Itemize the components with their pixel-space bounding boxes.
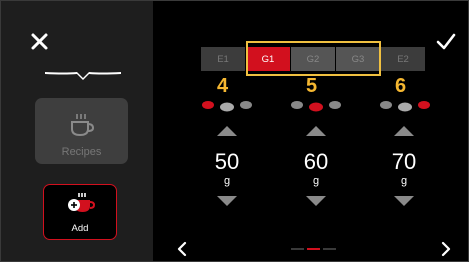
amount-column-2: 60 g bbox=[286, 126, 346, 206]
dot-indicator-3 bbox=[380, 101, 430, 112]
amount-unit: g bbox=[223, 175, 231, 187]
checkmark-icon[interactable] bbox=[435, 31, 457, 53]
amount-value: 50 bbox=[214, 149, 240, 174]
page-dot-active bbox=[307, 248, 320, 250]
amount-unit: g bbox=[312, 175, 320, 187]
tab-g1[interactable]: G1 bbox=[246, 47, 290, 71]
tab-e1[interactable]: E1 bbox=[201, 47, 245, 71]
amount-column-1: 50 g bbox=[197, 126, 257, 206]
amount-column-3: 70 g bbox=[374, 126, 434, 206]
dot-indicator-2 bbox=[291, 101, 341, 112]
callout-5: 5 bbox=[306, 75, 318, 97]
increase-arrow-icon[interactable] bbox=[217, 126, 237, 136]
page-indicator bbox=[291, 248, 336, 250]
tab-g3[interactable]: G3 bbox=[336, 47, 380, 71]
page-dot bbox=[291, 248, 304, 250]
tab-e2[interactable]: E2 bbox=[381, 47, 425, 71]
dot-indicator-1 bbox=[202, 101, 252, 112]
add-cup-icon bbox=[68, 193, 96, 212]
close-icon[interactable] bbox=[27, 29, 53, 55]
increase-arrow-icon[interactable] bbox=[306, 126, 326, 136]
sidebar: Recipes Add bbox=[1, 1, 153, 261]
increase-arrow-icon[interactable] bbox=[394, 126, 414, 136]
decrease-arrow-icon[interactable] bbox=[394, 196, 414, 206]
coffee-cup-icon bbox=[71, 114, 94, 137]
grinder-tabs: E1 G1 G2 G3 E2 bbox=[201, 47, 426, 71]
chevron-left-icon[interactable] bbox=[175, 241, 189, 257]
ornament-divider bbox=[45, 72, 121, 80]
page-dot bbox=[323, 248, 336, 250]
callout-6: 6 bbox=[395, 75, 407, 97]
screen: Recipes Add E1 G1 G2 G3 E2 4 5 6 50 g 60… bbox=[0, 0, 469, 262]
recipes-label: Recipes bbox=[61, 146, 102, 158]
callout-4: 4 bbox=[217, 75, 229, 97]
decrease-arrow-icon[interactable] bbox=[217, 196, 237, 206]
add-button[interactable]: Add bbox=[43, 184, 117, 240]
add-label: Add bbox=[71, 223, 89, 234]
amount-unit: g bbox=[400, 175, 408, 187]
amount-value: 70 bbox=[391, 149, 417, 174]
recipes-button[interactable]: Recipes bbox=[35, 98, 128, 164]
chevron-right-icon[interactable] bbox=[439, 241, 453, 257]
decrease-arrow-icon[interactable] bbox=[306, 196, 326, 206]
tab-g2[interactable]: G2 bbox=[291, 47, 335, 71]
amount-value: 60 bbox=[303, 149, 329, 174]
